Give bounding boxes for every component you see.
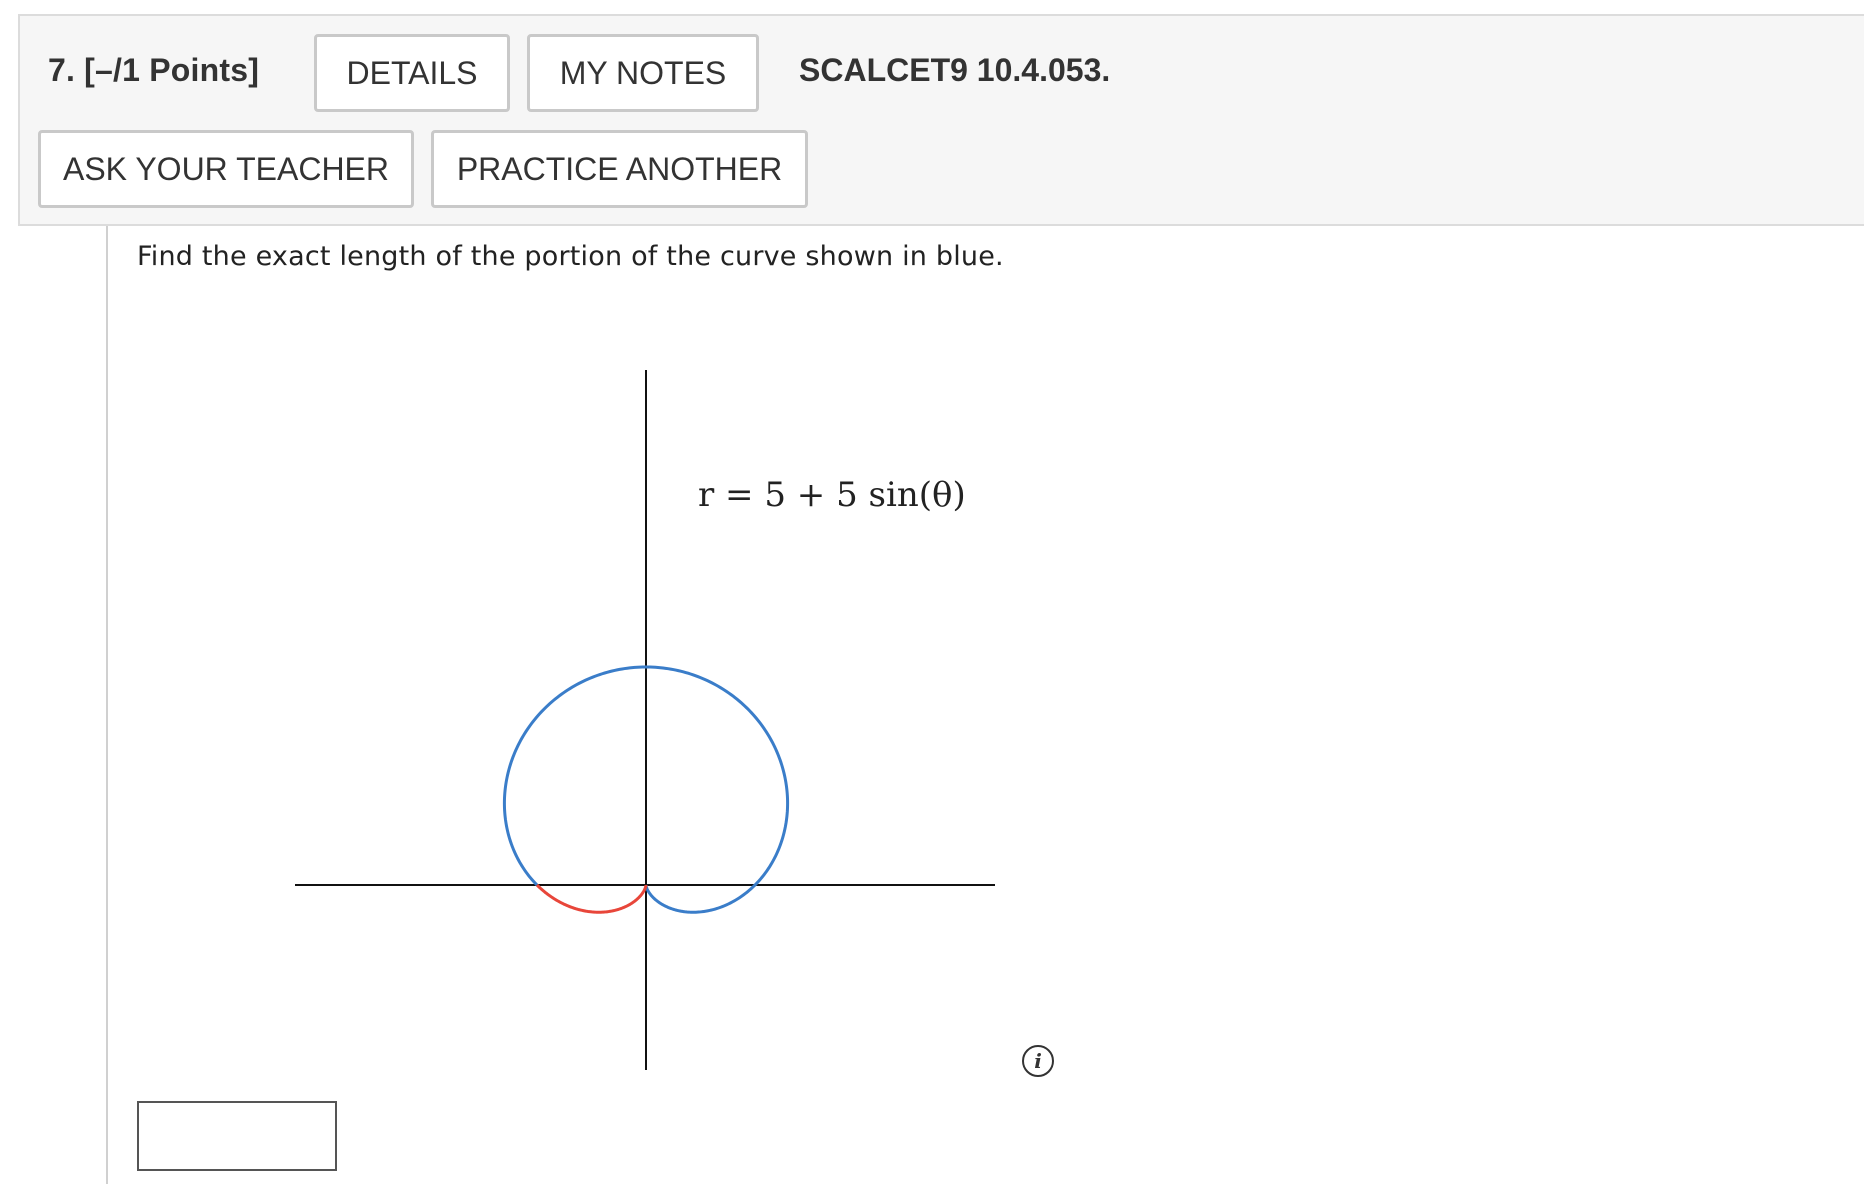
my-notes-button[interactable]: MY NOTES (527, 34, 759, 112)
question-number-points: 7. [–/1 Points] (48, 52, 260, 88)
cardioid-plot: r = 5 + 5 sin(θ) (295, 370, 995, 1070)
content-left-rule (106, 226, 108, 1184)
question-prompt: Find the exact length of the portion of … (137, 241, 1004, 272)
answer-input[interactable] (137, 1101, 337, 1171)
red-curve-portion (535, 883, 648, 914)
equation-label: r = 5 + 5 sin(θ) (698, 475, 966, 515)
info-icon[interactable]: i (1022, 1045, 1054, 1077)
details-button[interactable]: DETAILS (314, 34, 510, 112)
practice-another-button[interactable]: PRACTICE ANOTHER (431, 130, 808, 208)
book-reference: SCALCET9 10.4.053. (799, 52, 1111, 88)
cardioid-figure: r = 5 + 5 sin(θ) (280, 360, 1020, 1080)
ask-teacher-button[interactable]: ASK YOUR TEACHER (38, 130, 414, 208)
